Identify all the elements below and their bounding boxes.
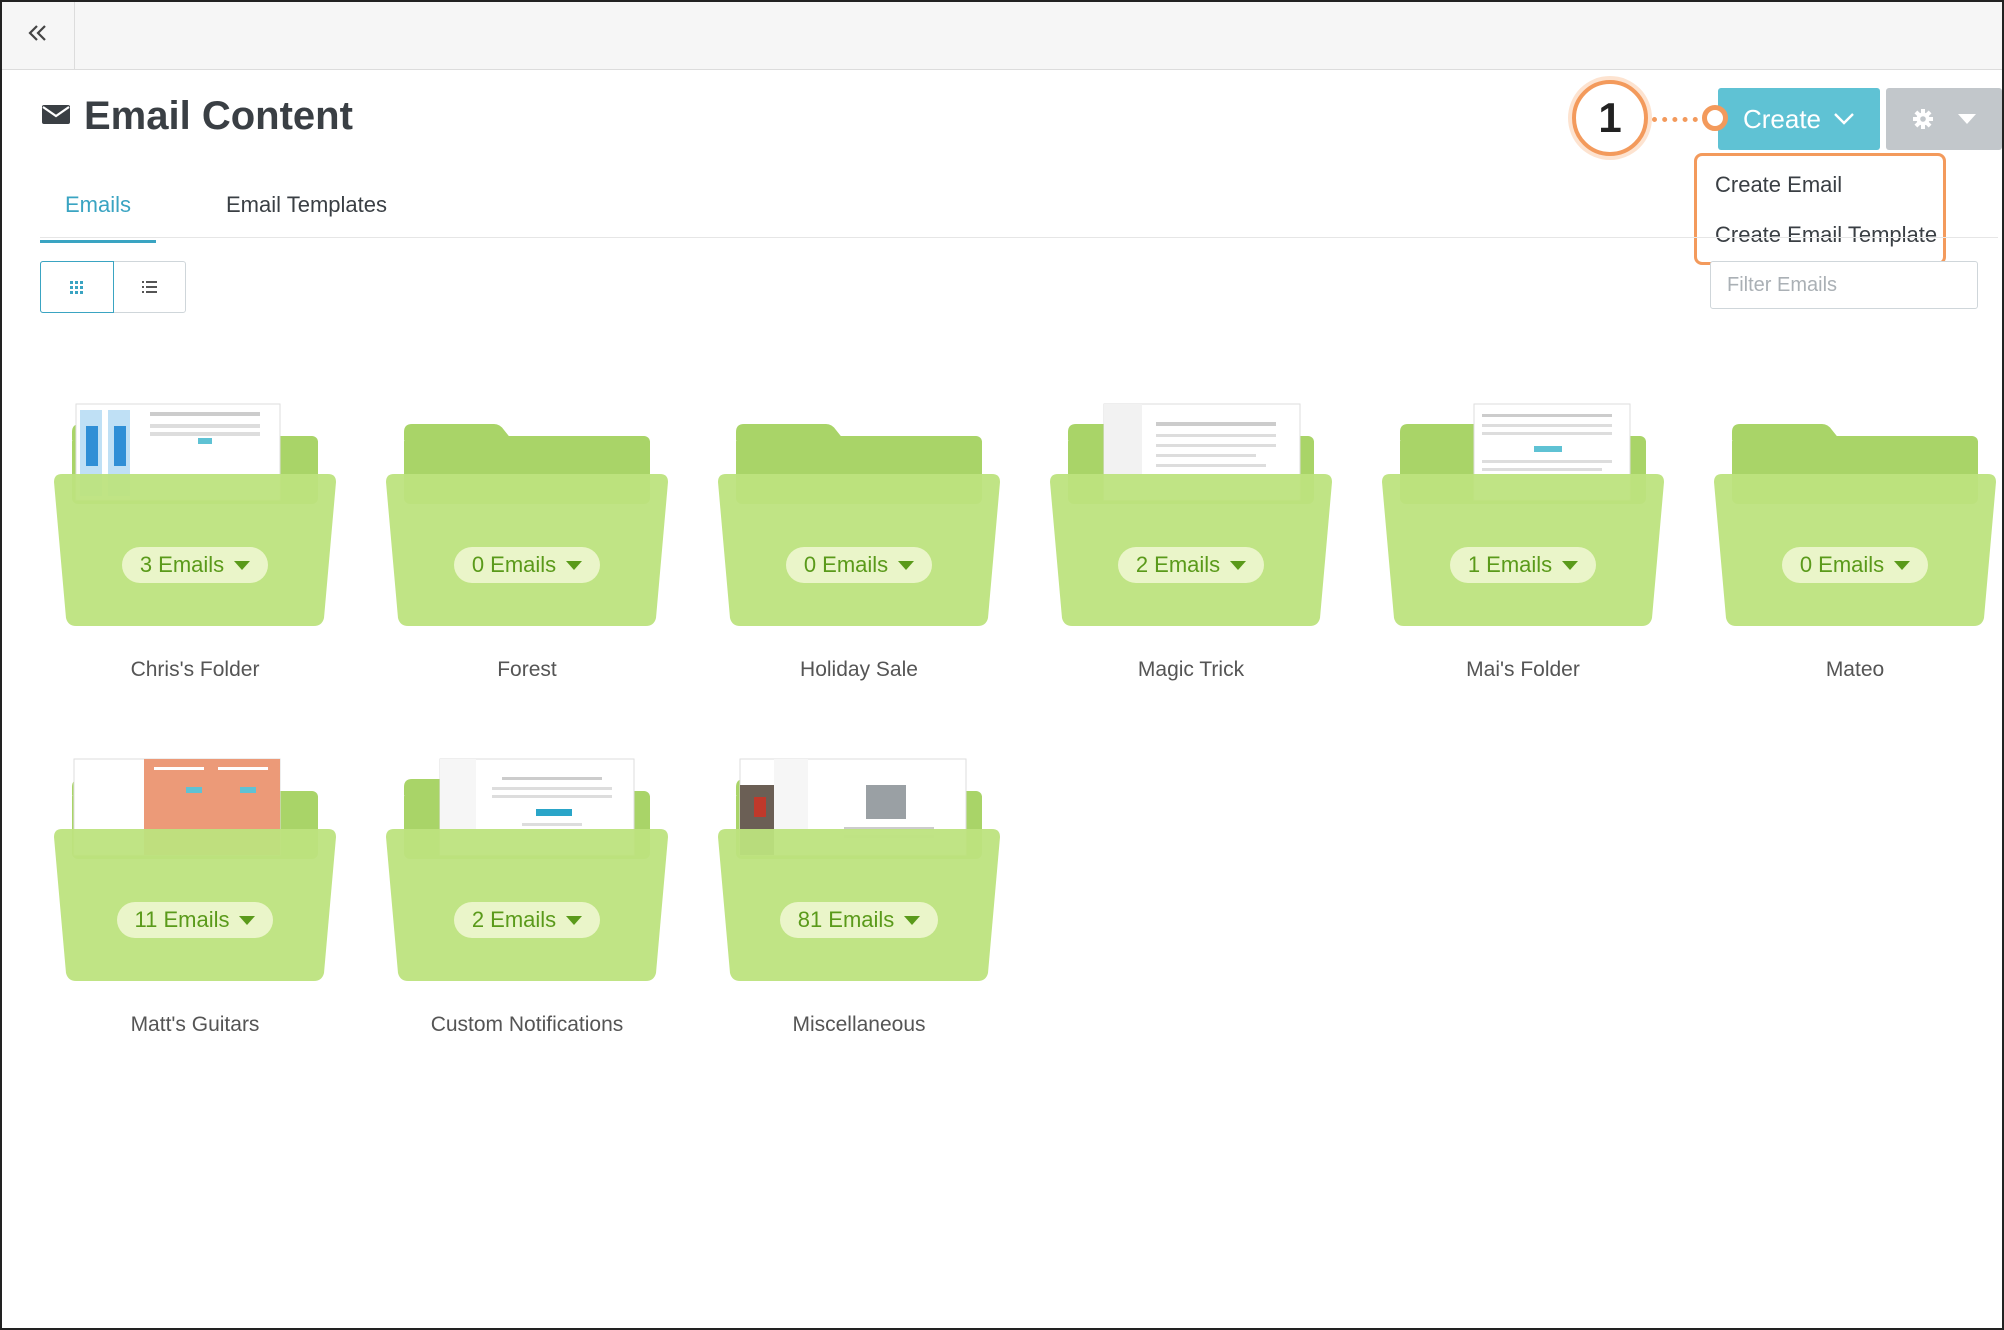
caret-down-icon — [904, 915, 921, 925]
folder-forest[interactable]: 0 Emails Forest — [382, 402, 672, 712]
list-view-button[interactable] — [114, 262, 186, 312]
caret-down-icon — [898, 560, 915, 570]
tab-bar: Emails Email Templates — [40, 182, 1998, 243]
folder-icon — [386, 758, 668, 981]
folder-matts-guitars[interactable]: 11 Emails Matt's Guitars — [50, 757, 340, 1067]
folder-custom-notifications[interactable]: 2 Emails Custom Notifications — [382, 757, 672, 1067]
page-title: Email Content — [84, 94, 353, 138]
caret-down-icon — [566, 915, 583, 925]
tab-email-templates[interactable]: Email Templates — [226, 192, 387, 218]
folder-icon — [1714, 424, 1996, 626]
collapse-sidebar-button[interactable] — [2, 2, 75, 69]
caret-down-icon — [1894, 560, 1911, 570]
top-bar — [2, 2, 2002, 70]
folder-icon — [718, 758, 1000, 981]
folder-name: Chris's Folder — [130, 658, 260, 681]
email-count-badge[interactable]: 0 Emails — [785, 547, 933, 583]
folder-miscellaneous[interactable]: 81 Emails Miscellaneous — [714, 757, 1004, 1067]
double-chevron-left-icon — [27, 23, 49, 48]
callout-connector-line — [1652, 117, 1708, 122]
email-count-badge[interactable]: 3 Emails — [121, 547, 269, 583]
folder-name: Mai's Folder — [1466, 658, 1580, 681]
page-header: Email Content — [42, 94, 353, 139]
caret-down-icon — [234, 560, 251, 570]
caret-down-icon — [239, 915, 256, 925]
folder-name: Miscellaneous — [792, 1013, 926, 1036]
caret-down-icon — [1562, 560, 1579, 570]
folder-name: Holiday Sale — [800, 658, 918, 681]
folder-mateo[interactable]: 0 Emails Mateo — [1710, 402, 2000, 712]
folder-name: Magic Trick — [1137, 658, 1245, 681]
callout-number-badge: 1 — [1572, 80, 1648, 156]
folder-mai[interactable]: 1 Emails Mai's Folder — [1378, 402, 1668, 712]
list-view-icon — [141, 281, 157, 293]
view-toggle — [40, 261, 186, 313]
email-count-badge[interactable]: 2 Emails — [453, 902, 601, 938]
gear-icon — [1912, 108, 1934, 130]
create-button-label: Create — [1742, 103, 1822, 134]
email-count-badge[interactable]: 0 Emails — [1781, 547, 1929, 583]
caret-down-icon — [566, 560, 583, 570]
grid-view-button[interactable] — [40, 261, 114, 313]
folder-name: Mateo — [1825, 658, 1885, 681]
caret-down-icon — [1230, 560, 1247, 570]
email-count-badge[interactable]: 11 Emails — [116, 902, 274, 938]
email-count-badge[interactable]: 0 Emails — [453, 547, 601, 583]
email-count-badge[interactable]: 81 Emails — [779, 902, 939, 938]
folder-icon — [54, 403, 336, 626]
folder-icon — [1050, 403, 1332, 626]
email-count-badge[interactable]: 1 Emails — [1449, 547, 1597, 583]
folder-name: Matt's Guitars — [130, 1013, 260, 1036]
folder-icon — [718, 424, 1000, 626]
callout-target-dot — [1702, 105, 1728, 131]
folder-magic-trick[interactable]: 2 Emails Magic Trick — [1046, 402, 1336, 712]
folder-chris[interactable]: 3 Emails Chris's Folder — [50, 402, 340, 712]
folder-icon — [1382, 403, 1664, 626]
folder-holiday-sale[interactable]: 0 Emails Holiday Sale — [714, 402, 1004, 712]
app-window: Email Content Create 1 Create Email Crea… — [0, 0, 2004, 1330]
email-count-badge[interactable]: 2 Emails — [1117, 547, 1265, 583]
folder-icon — [386, 424, 668, 626]
grid-view-icon — [70, 280, 84, 294]
folder-name: Custom Notifications — [430, 1013, 624, 1036]
folder-name: Forest — [497, 658, 557, 681]
envelope-icon — [42, 103, 70, 130]
caret-down-icon — [1958, 114, 1976, 124]
folder-icon — [54, 758, 336, 981]
filter-emails-input[interactable] — [1710, 261, 1978, 309]
create-button[interactable]: Create — [1718, 88, 1880, 150]
tab-emails[interactable]: Emails — [40, 192, 157, 243]
chevron-down-icon — [1833, 112, 1855, 126]
settings-menu-button[interactable] — [1886, 88, 2002, 150]
